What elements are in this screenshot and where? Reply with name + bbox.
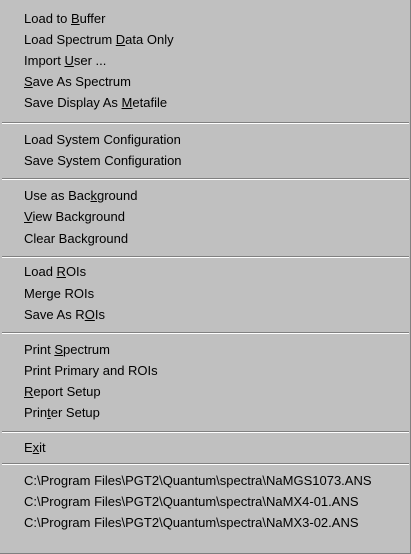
file-menu: Load to Buffer Load Spectrum Data Only I… [0,0,411,554]
menu-item-load-to-buffer[interactable]: Load to Buffer [0,8,409,29]
menu-item-label: C:\Program Files\PGT2\Quantum\spectra\Na… [24,494,359,509]
menu-item-label: Use as Background [24,188,138,203]
menu-item-recent-file[interactable]: C:\Program Files\PGT2\Quantum\spectra\Na… [0,491,409,512]
menu-item-label: Print Spectrum [24,342,110,357]
menu-item-load-rois[interactable]: Load ROIs [0,261,409,282]
menu-separator [2,256,409,258]
menu-item-load-spectrum-data-only[interactable]: Load Spectrum Data Only [0,29,409,50]
menu-item-view-background[interactable]: View Background [0,206,409,227]
menu-item-save-as-spectrum[interactable]: Save As Spectrum [0,71,409,92]
menu-item-label: Clear Background [24,231,129,246]
menu-item-label: Printer Setup [24,405,100,420]
menu-item-use-as-background[interactable]: Use as Background [0,185,409,206]
menu-item-label: C:\Program Files\PGT2\Quantum\spectra\Na… [24,515,359,530]
menu-item-label: Exit [24,440,46,455]
menu-separator [2,332,409,334]
menu-item-label: Save System Configuration [24,153,182,168]
menu-item-label: Save Display As Metafile [24,95,168,110]
menu-item-clear-background[interactable]: Clear Background [0,228,409,249]
menu-item-save-as-rois[interactable]: Save As ROIs [0,304,409,325]
menu-separator [2,122,409,124]
menu-item-label: Load Spectrum Data Only [24,32,174,47]
menu-item-save-display-as-metafile[interactable]: Save Display As Metafile [0,92,409,113]
menu-item-report-setup[interactable]: Report Setup [0,381,409,402]
menu-item-label: Import User ... [24,53,107,68]
menu-item-merge-rois[interactable]: Merge ROIs [0,283,409,304]
menu-item-label: Load to Buffer [24,11,106,26]
menu-item-label: Merge ROIs [24,286,95,301]
menu-item-label: Load ROIs [24,264,87,279]
menu-item-label: Print Primary and ROIs [24,363,158,378]
menu-item-label: Save As Spectrum [24,74,131,89]
menu-separator [2,463,409,465]
menu-item-exit[interactable]: Exit [0,437,409,458]
menu-separator [2,178,409,180]
menu-item-recent-file[interactable]: C:\Program Files\PGT2\Quantum\spectra\Na… [0,470,409,491]
menu-item-label: Load System Configuration [24,132,181,147]
menu-item-printer-setup[interactable]: Printer Setup [0,402,409,423]
menu-item-recent-file[interactable]: C:\Program Files\PGT2\Quantum\spectra\Na… [0,512,409,533]
menu-item-load-system-configuration[interactable]: Load System Configuration [0,129,409,150]
menu-item-print-spectrum[interactable]: Print Spectrum [0,339,409,360]
menu-separator [2,431,409,433]
menu-item-label: View Background [24,209,125,224]
menu-item-import-user[interactable]: Import User ... [0,50,409,71]
menu-item-label: C:\Program Files\PGT2\Quantum\spectra\Na… [24,473,372,488]
menu-item-save-system-configuration[interactable]: Save System Configuration [0,150,409,171]
menu-item-label: Report Setup [24,384,101,399]
menu-item-print-primary-and-rois[interactable]: Print Primary and ROIs [0,360,409,381]
menu-item-label: Save As ROIs [24,307,105,322]
